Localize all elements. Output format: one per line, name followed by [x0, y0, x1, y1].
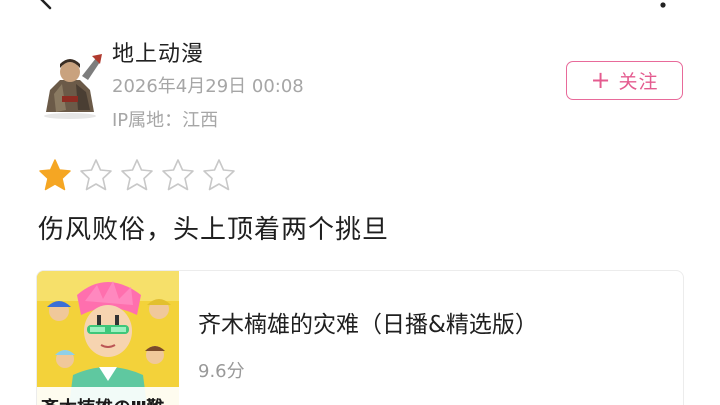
back-chevron-icon[interactable] [34, 0, 56, 12]
plus-icon: + [590, 65, 611, 94]
star-icon-2 [80, 159, 112, 191]
star-icon-3 [121, 159, 153, 191]
work-card[interactable]: 斉木楠雄のΨ難 齐木楠雄的灾难（日播&精选版） 9.6分 [36, 270, 684, 405]
star-icon-1 [39, 159, 71, 191]
follow-label: 关注 [618, 71, 659, 93]
work-title[interactable]: 齐木楠雄的灾难（日播&精选版） [198, 305, 538, 339]
star-rating [38, 158, 243, 192]
star-icon-4 [162, 159, 194, 191]
username[interactable]: 地上动漫 [112, 36, 204, 68]
anime-cover-image: 斉木楠雄のΨ難 [37, 271, 179, 405]
user-avatar[interactable] [36, 50, 104, 120]
work-score: 9.6分 [198, 361, 245, 382]
star-icon-5 [203, 159, 235, 191]
ip-location: IP属地：江西 [112, 110, 219, 131]
post-timestamp: 2026年4月29日 00:08 [112, 76, 304, 97]
top-bar [0, 0, 720, 20]
follow-button[interactable]: + 关注 [566, 61, 683, 100]
cover-caption: 斉木楠雄のΨ難 [41, 397, 164, 405]
more-dots-icon[interactable] [659, 0, 667, 10]
review-text: 伤风败俗，头上顶着两个挑旦 [38, 215, 390, 245]
